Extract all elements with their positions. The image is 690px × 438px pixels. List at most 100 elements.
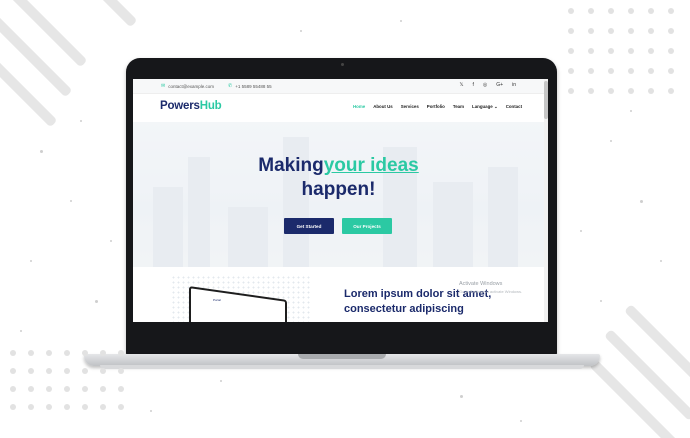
- decor-dot: [82, 404, 88, 410]
- mockup-stage: ✉ contact@example.com ✆ +1 5589 55488 55…: [0, 0, 690, 438]
- nav-item-language-label: Language: [472, 104, 493, 109]
- decor-dot: [568, 28, 574, 34]
- nav-item-language[interactable]: Language ⌄: [472, 104, 498, 110]
- decor-dot: [588, 8, 594, 14]
- decor-speck: [20, 330, 22, 332]
- page-scrollbar[interactable]: [544, 79, 548, 322]
- decor-speck: [300, 30, 302, 32]
- decor-dot: [668, 48, 674, 54]
- decor-dot: [100, 350, 106, 356]
- decor-speck: [40, 150, 43, 153]
- decor-dot: [46, 404, 52, 410]
- envelope-icon: ✉: [161, 83, 166, 89]
- our-projects-button[interactable]: Our Projects: [342, 218, 392, 234]
- decor-dot: [588, 88, 594, 94]
- nav-item-team[interactable]: Team: [453, 104, 464, 110]
- decor-dot: [28, 368, 34, 374]
- decor-speck: [30, 260, 32, 262]
- hero-section: Makingyour ideas happen! Get Started Our…: [133, 122, 544, 267]
- decor-dot: [628, 88, 634, 94]
- device-label: Portal: [213, 298, 221, 302]
- nav-menu: Home About Us Services Portfolio Team La…: [353, 104, 522, 110]
- decor-dot: [648, 88, 654, 94]
- decor-dot: [46, 350, 52, 356]
- decor-dot: [82, 350, 88, 356]
- about-section: Portal Lorem ipsum dolor sit amet, conse…: [133, 267, 544, 322]
- contact-topbar: ✉ contact@example.com ✆ +1 5589 55488 55…: [133, 79, 548, 94]
- decor-dot: [28, 350, 34, 356]
- google-plus-icon[interactable]: G+: [496, 82, 503, 88]
- decor-dot: [64, 386, 70, 392]
- decor-dot: [668, 8, 674, 14]
- decor-dot: [10, 368, 16, 374]
- decor-dot: [668, 68, 674, 74]
- decor-dot: [100, 386, 106, 392]
- decor-dot: [46, 368, 52, 374]
- decor-dot: [648, 68, 654, 74]
- decor-dot: [588, 28, 594, 34]
- hero-headline-line1: Makingyour ideas: [133, 154, 544, 177]
- decor-dot: [100, 368, 106, 374]
- decor-speck: [110, 240, 112, 242]
- decor-dot: [628, 68, 634, 74]
- linkedin-icon[interactable]: in: [512, 82, 516, 88]
- phone-icon: ✆: [228, 83, 233, 89]
- decor-dot: [588, 68, 594, 74]
- decor-dot: [568, 68, 574, 74]
- decor-speck: [610, 140, 612, 142]
- decor-dot: [100, 404, 106, 410]
- decor-dot: [118, 368, 124, 374]
- logo-text-hub: Hub: [199, 100, 222, 112]
- phone-text: +1 5589 55488 55: [235, 83, 272, 89]
- facebook-icon[interactable]: f: [473, 82, 474, 88]
- nav-item-contact[interactable]: Contact: [506, 104, 522, 110]
- decor-dot: [608, 48, 614, 54]
- decor-dot: [608, 8, 614, 14]
- decor-dot: [10, 404, 16, 410]
- email-text: contact@example.com: [168, 83, 215, 89]
- decor-dot: [64, 368, 70, 374]
- decor-dot: [82, 368, 88, 374]
- decor-dot: [568, 88, 574, 94]
- decor-dot: [28, 404, 34, 410]
- decor-dot: [118, 404, 124, 410]
- decor-dot: [588, 48, 594, 54]
- phone-item[interactable]: ✆ +1 5589 55488 55: [228, 83, 272, 89]
- decor-dot: [648, 48, 654, 54]
- decor-dot: [628, 28, 634, 34]
- decor-dot: [628, 48, 634, 54]
- decor-dot: [648, 28, 654, 34]
- hero-headline-accent: your ideas: [323, 155, 419, 176]
- decor-dot: [82, 386, 88, 392]
- decor-dot: [10, 386, 16, 392]
- instagram-icon[interactable]: ◎: [483, 82, 487, 88]
- email-item[interactable]: ✉ contact@example.com: [161, 83, 214, 89]
- decor-dot: [568, 48, 574, 54]
- decor-dot: [608, 88, 614, 94]
- scrollbar-thumb[interactable]: [544, 81, 548, 119]
- site-logo[interactable]: PowersHub: [160, 100, 222, 112]
- nav-item-services[interactable]: Services: [401, 104, 419, 110]
- decor-dot: [64, 350, 70, 356]
- hero-headline-line2: happen!: [301, 179, 376, 200]
- nav-item-portfolio[interactable]: Portfolio: [427, 104, 445, 110]
- decor-dot: [668, 28, 674, 34]
- decor-dot: [668, 88, 674, 94]
- hero-headline-prefix: Making: [258, 155, 324, 176]
- activate-windows-subtitle: Go to Settings to activate Windows.: [459, 289, 523, 294]
- decor-dot: [608, 28, 614, 34]
- decor-dot: [28, 386, 34, 392]
- decor-speck: [150, 410, 152, 412]
- decor-speck: [220, 380, 222, 382]
- nav-item-home[interactable]: Home: [353, 104, 365, 110]
- social-links: 𝕏 f ◎ G+ in: [459, 82, 516, 88]
- logo-text-powers: Powers: [160, 100, 200, 112]
- nav-item-about-us[interactable]: About Us: [373, 104, 393, 110]
- decor-speck: [520, 420, 522, 422]
- twitter-icon[interactable]: 𝕏: [459, 82, 463, 88]
- get-started-button[interactable]: Get Started: [284, 218, 334, 234]
- decor-speck: [600, 300, 602, 302]
- decor-dot: [46, 386, 52, 392]
- decor-stripe: [52, 0, 138, 28]
- decor-speck: [580, 230, 582, 232]
